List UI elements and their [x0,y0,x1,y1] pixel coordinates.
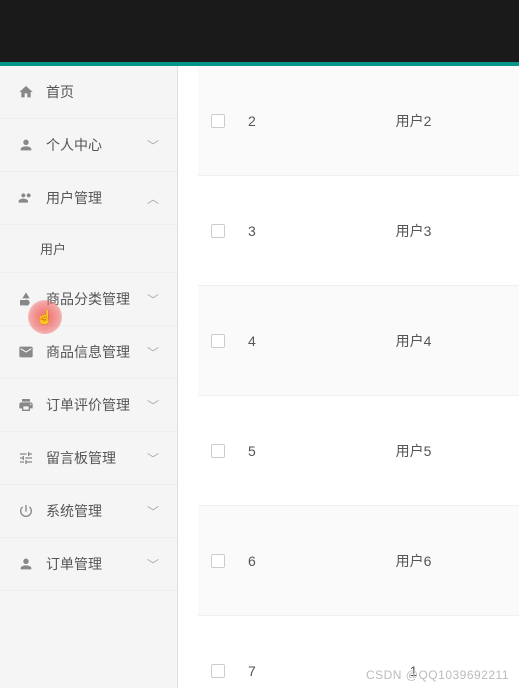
mail-icon [18,344,34,360]
cell-name: 用户4 [308,331,519,351]
sidebar-item-label: 留言板管理 [46,448,147,468]
row-checkbox[interactable] [211,444,225,458]
sidebar-item-label: 首页 [46,82,159,102]
cell-id: 5 [238,443,308,459]
sidebar-item-order[interactable]: 订单管理 ﹀ [0,538,177,591]
sidebar-item-system[interactable]: 系统管理 ﹀ [0,485,177,538]
checkbox-cell [198,224,238,238]
row-checkbox[interactable] [211,664,225,678]
cell-name: 用户3 [308,221,519,241]
row-checkbox[interactable] [211,224,225,238]
cell-id: 2 [238,113,308,129]
top-header [0,0,519,62]
cell-name: 用户5 [308,441,519,461]
sidebar-item-label: 用户管理 [46,188,147,208]
chevron-down-icon: ﹀ [147,397,159,414]
table-row[interactable]: 5 用户5 [198,396,519,506]
cell-id: 4 [238,333,308,349]
row-checkbox[interactable] [211,554,225,568]
checkbox-cell [198,664,238,678]
users-icon [18,190,34,206]
sidebar-item-label: 订单管理 [46,554,147,574]
chevron-down-icon: ﹀ [147,556,159,573]
chevron-down-icon: ﹀ [147,503,159,520]
power-icon [18,503,34,519]
submenu-label: 用户 [40,242,66,257]
category-icon [18,291,34,307]
cell-id: 6 [238,553,308,569]
row-checkbox[interactable] [211,334,225,348]
sidebar-item-profile[interactable]: 个人中心 ﹀ [0,119,177,172]
person-icon [18,137,34,153]
watermark: CSDN @QQ1039692211 [366,668,509,682]
chevron-up-icon: ︿ [147,190,159,207]
sidebar-item-product-info[interactable]: 商品信息管理 ﹀ [0,326,177,379]
main-container: 首页 个人中心 ﹀ 用户管理 ︿ 用户 商品分类管理 ﹀ [0,66,519,688]
sidebar-item-label: 订单评价管理 [46,395,147,415]
sidebar-item-label: 商品信息管理 [46,342,147,362]
cell-name: 用户2 [308,111,519,131]
chevron-down-icon: ﹀ [147,344,159,361]
sidebar-item-label: 个人中心 [46,135,147,155]
checkbox-cell [198,554,238,568]
table-row[interactable]: 4 用户4 [198,286,519,396]
checkbox-cell [198,334,238,348]
sidebar-item-home[interactable]: 首页 [0,66,177,119]
tune-icon [18,450,34,466]
sidebar-submenu-user[interactable]: 用户 [0,225,177,273]
cell-id: 7 [238,663,308,679]
checkbox-cell [198,114,238,128]
checkbox-cell [198,444,238,458]
sidebar: 首页 个人中心 ﹀ 用户管理 ︿ 用户 商品分类管理 ﹀ [0,66,178,688]
chevron-down-icon: ﹀ [147,137,159,154]
cell-id: 3 [238,223,308,239]
sidebar-item-user-mgmt[interactable]: 用户管理 ︿ [0,172,177,225]
sidebar-item-label: 系统管理 [46,501,147,521]
table-row[interactable]: 2 用户2 [198,66,519,176]
sidebar-item-label: 商品分类管理 [46,289,147,309]
cell-name: 用户6 [308,551,519,571]
sidebar-item-review[interactable]: 订单评价管理 ﹀ [0,379,177,432]
table-row[interactable]: 3 用户3 [198,176,519,286]
person-icon [18,556,34,572]
chevron-down-icon: ﹀ [147,450,159,467]
chevron-down-icon: ﹀ [147,291,159,308]
printer-icon [18,397,34,413]
table-row[interactable]: 6 用户6 [198,506,519,616]
main-content: 2 用户2 3 用户3 4 用户4 5 用户5 [178,66,519,688]
sidebar-item-category[interactable]: 商品分类管理 ﹀ [0,273,177,326]
sidebar-item-message-board[interactable]: 留言板管理 ﹀ [0,432,177,485]
row-checkbox[interactable] [211,114,225,128]
home-icon [18,84,34,100]
